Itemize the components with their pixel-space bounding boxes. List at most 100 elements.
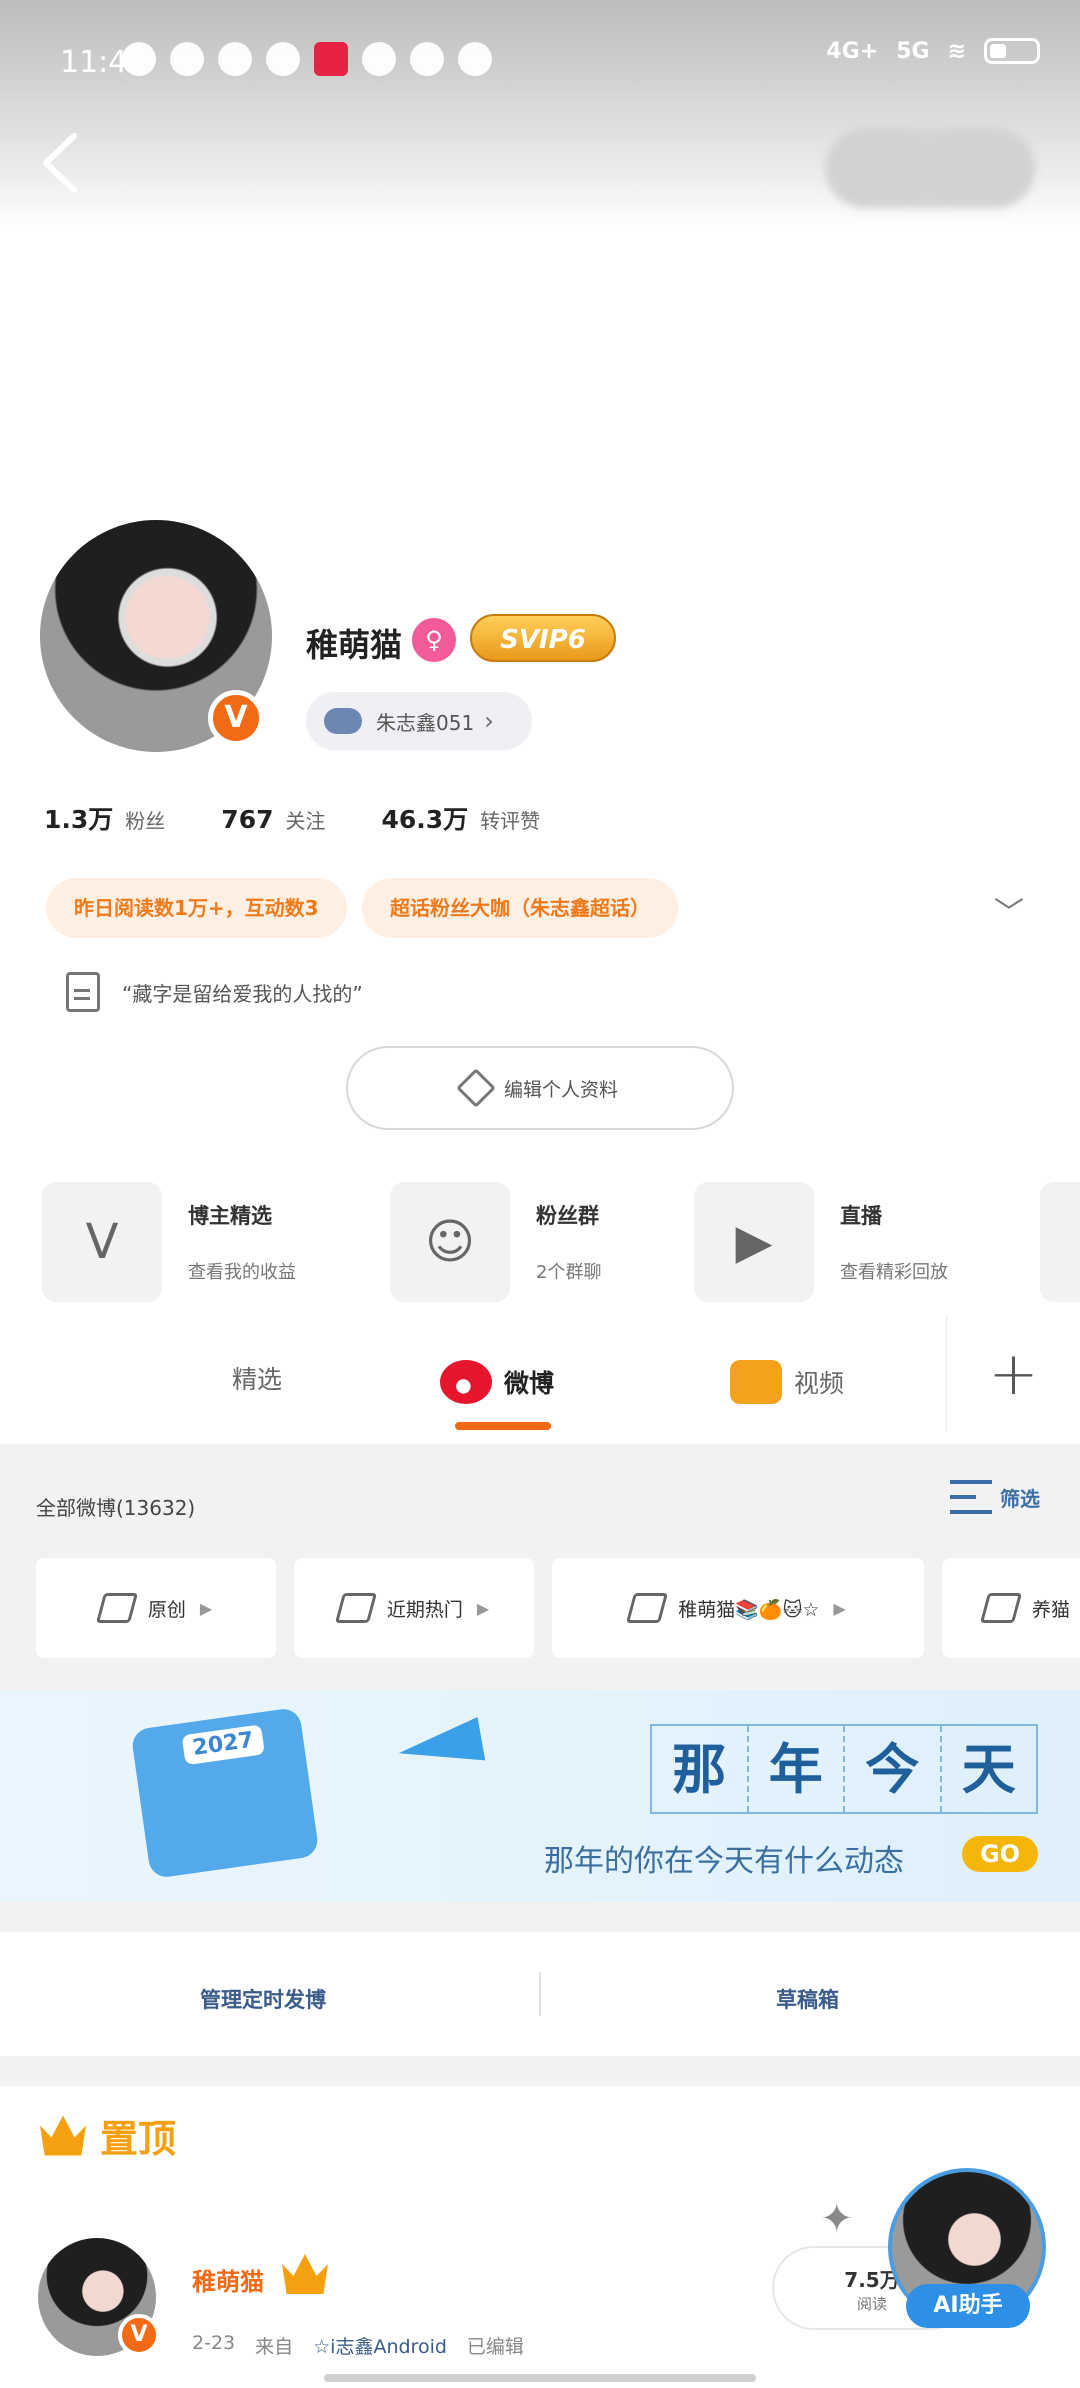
reading-stats-tag[interactable]: 昨日阅读数1万+，互动数3	[46, 878, 347, 938]
stat-value: 1.3万	[44, 805, 114, 834]
calendar-illustration: 2027	[130, 1706, 320, 1880]
app-notification-icon	[122, 42, 156, 76]
pencil-icon	[456, 1068, 496, 1108]
feature-subtitle: 查看我的收益	[188, 1262, 296, 1283]
stat-interactions[interactable]: 46.3万 转评赞	[381, 800, 540, 836]
cloud-notification-icon	[410, 42, 444, 76]
post-author-name[interactable]: 稚萌猫	[192, 2262, 264, 2297]
feature-title: 直播	[840, 1204, 882, 1228]
divider	[539, 1972, 541, 2016]
drafts-button[interactable]: 草稿箱	[776, 1984, 839, 2014]
stat-label: 关注	[285, 809, 326, 833]
stat-label: 粉丝	[125, 809, 166, 833]
banner-title-char: 年	[749, 1726, 845, 1812]
home-indicator[interactable]	[324, 2374, 756, 2382]
fan-level-tag[interactable]: 超话粉丝大咖（朱志鑫超话）	[362, 878, 678, 938]
chevron-down-icon[interactable]: ﹀	[994, 888, 1024, 932]
supertopic-label: 朱志鑫051	[376, 710, 475, 735]
bio-row: “藏字是留给爱我的人找的”	[66, 972, 363, 1012]
edit-profile-label: 编辑个人资料	[503, 1078, 618, 1101]
all-weibo-count: 全部微博(13632)	[36, 1496, 196, 1520]
layers-icon	[95, 1593, 138, 1623]
post-management: 管理定时发博 草稿箱	[0, 1932, 1080, 2056]
weibo-notification-icon	[218, 42, 252, 76]
on-this-day-banner[interactable]: 2027 那 年 今 天 那年的你在今天有什么动态 GO	[0, 1690, 1080, 1902]
go-button[interactable]: GO	[962, 1836, 1038, 1872]
network-4g-label: 4G+	[826, 38, 879, 64]
filter-icon	[950, 1480, 992, 1514]
sparkle-icon: ✦	[820, 2196, 854, 2242]
feature-title: 博主精选	[188, 1204, 272, 1228]
supertopic-pill[interactable]: 朱志鑫051 ›	[306, 692, 532, 750]
battery-icon	[984, 38, 1040, 64]
feature-more[interactable]	[1040, 1182, 1080, 1302]
chip-label: 稚萌猫📚🍊🐱☆	[678, 1598, 820, 1621]
post-source[interactable]: ☆i志鑫Android	[313, 2332, 447, 2359]
layers-icon	[626, 1593, 669, 1623]
feature-title: 粉丝群	[536, 1204, 599, 1228]
chip-custom-collection[interactable]: 稚萌猫📚🍊🐱☆ ▶	[552, 1558, 924, 1658]
reads-label: 阅读	[856, 2295, 887, 2313]
profile-stats: 1.3万 粉丝 767 关注 46.3万 转评赞	[44, 800, 540, 836]
app-notification-icon	[314, 42, 348, 76]
chip-original[interactable]: 原创 ▶	[36, 1558, 276, 1658]
tab-label: 精选	[232, 1365, 283, 1394]
filter-label: 筛选	[1000, 1486, 1040, 1511]
status-bar: 11:42 4G+ 5G ≋	[0, 0, 1080, 120]
wechat-notification-icon	[266, 42, 300, 76]
v-plus-icon: V	[42, 1182, 162, 1302]
layers-icon	[979, 1593, 1023, 1623]
verified-badge: V	[208, 690, 264, 746]
post-meta: 2-23 来自 ☆i志鑫Android 已编辑	[192, 2332, 524, 2359]
post-from-label: 来自	[255, 2336, 294, 2358]
svip-badge[interactable]: SVIP6	[470, 614, 616, 662]
cloud-icon	[324, 708, 362, 734]
banner-subtitle: 那年的你在今天有什么动态	[544, 1844, 904, 1879]
chip-label: 养猫	[1032, 1598, 1071, 1621]
stat-value: 46.3万	[381, 805, 469, 834]
calendar-year: 2027	[181, 1724, 265, 1766]
paper-plane-icon	[394, 1717, 486, 1775]
tab-weibo[interactable]: 微博	[440, 1360, 554, 1404]
feature-subtitle: 2个群聊	[536, 1262, 602, 1283]
stat-followers[interactable]: 1.3万 粉丝	[44, 800, 165, 836]
play-arrow-icon: ▶	[833, 1598, 846, 1618]
feature-creator-picks[interactable]: V 博主精选查看我的收益	[42, 1182, 296, 1302]
back-arrow-icon[interactable]	[36, 128, 86, 198]
banner-title: 那 年 今 天	[650, 1724, 1038, 1814]
notification-icons	[122, 42, 492, 76]
pinned-label: 置顶	[100, 2117, 177, 2161]
section-divider	[0, 2056, 1080, 2086]
chip-label: 原创	[147, 1598, 186, 1621]
shop-notification-icon	[458, 42, 492, 76]
feature-fan-group[interactable]: ☺ 粉丝群 2个群聊	[390, 1182, 601, 1302]
edit-profile-button[interactable]: 编辑个人资料	[346, 1046, 734, 1130]
tab-label: 微博	[504, 1369, 555, 1398]
play-arrow-icon: ▶	[476, 1598, 490, 1618]
scheduled-posts-button[interactable]: 管理定时发博	[200, 1984, 326, 2014]
chip-cat[interactable]: 养猫	[942, 1558, 1080, 1658]
wifi-icon: ≋	[947, 38, 966, 64]
pinned-header: 置顶	[40, 2108, 176, 2163]
stat-following[interactable]: 767 关注	[221, 805, 325, 834]
weibo-icon	[440, 1360, 492, 1404]
tab-featured[interactable]: 精选	[232, 1360, 282, 1396]
tab-video[interactable]: 视频	[730, 1360, 844, 1404]
stat-value: 767	[221, 805, 274, 834]
crown-icon	[282, 2254, 328, 2294]
plus-icon[interactable]: +	[946, 1316, 1080, 1432]
crown-icon	[40, 2115, 86, 2156]
filter-button[interactable]: 筛选	[950, 1480, 1040, 1514]
feature-live[interactable]: ▶ 直播 查看精彩回放	[694, 1182, 948, 1302]
header-actions-blurred[interactable]	[825, 128, 1035, 208]
bio-text: “藏字是留给爱我的人找的”	[122, 981, 363, 1006]
banner-title-char: 今	[845, 1726, 942, 1812]
active-tab-indicator	[455, 1422, 551, 1430]
banner-title-char: 那	[652, 1726, 749, 1812]
chip-trending[interactable]: 近期热门 ▶	[294, 1558, 534, 1658]
banner-title-char: 天	[961, 1737, 1016, 1801]
video-icon	[730, 1360, 782, 1404]
post-date: 2-23	[192, 2332, 236, 2354]
ai-assistant-button[interactable]: AI助手	[906, 2284, 1030, 2328]
chat-notification-icon	[362, 42, 396, 76]
